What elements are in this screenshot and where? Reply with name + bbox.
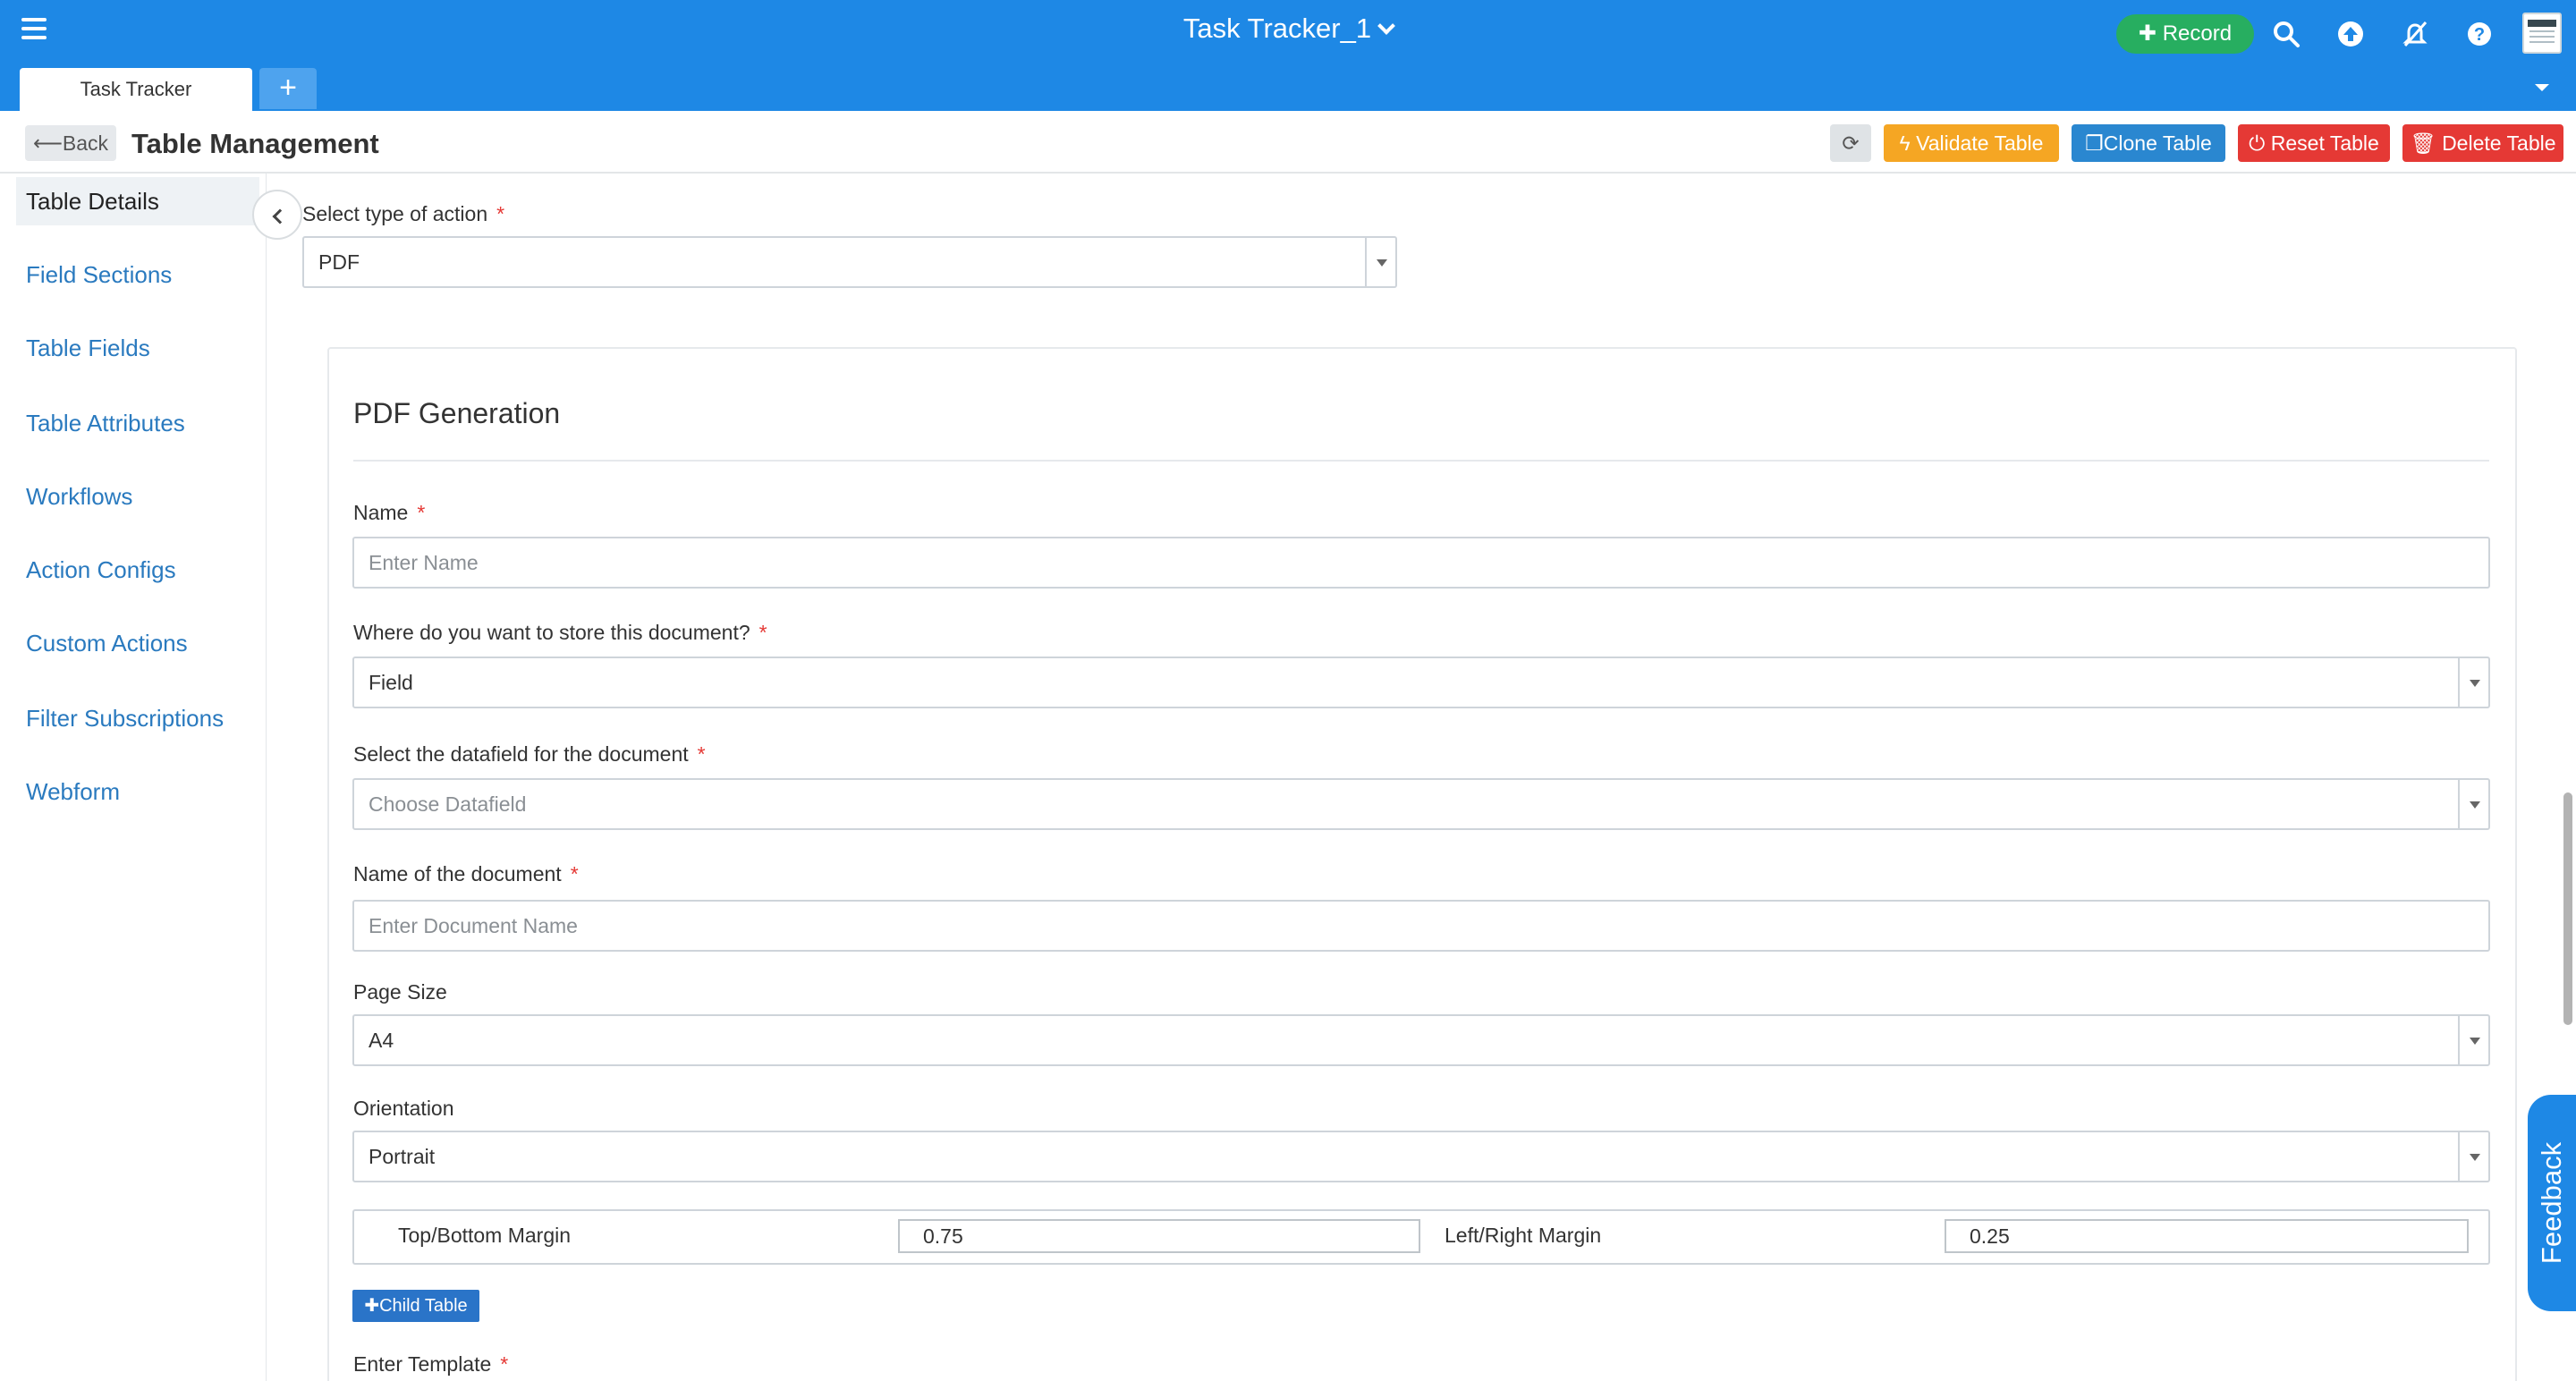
dropdown-arrow-icon [1365, 238, 1395, 286]
reset-table-label: Reset Table [2270, 131, 2379, 155]
left-right-margin-label: Left/Right Margin [1445, 1224, 1602, 1247]
dropdown-arrow-icon [2458, 1132, 2488, 1181]
clone-table-label: Clone Table [2103, 131, 2212, 155]
clone-table-button[interactable]: ❐Clone Table [2072, 124, 2225, 162]
store-location-select[interactable]: Field [352, 657, 2490, 708]
store-location-label: Where do you want to store this document… [353, 621, 767, 644]
datafield-label: Select the datafield for the document * [353, 742, 706, 766]
store-location-value: Field [369, 671, 413, 694]
sidebar-item-table-attributes[interactable]: Table Attributes [16, 399, 259, 447]
record-button-label: Record [2162, 21, 2233, 46]
upload-icon[interactable] [2334, 18, 2367, 50]
dropdown-arrow-icon [2458, 1016, 2488, 1064]
sidebar-item-action-configs[interactable]: Action Configs [16, 546, 259, 594]
sidebar-item-custom-actions[interactable]: Custom Actions [16, 619, 259, 667]
left-right-margin-input[interactable]: 0.25 [1945, 1219, 2469, 1253]
sidebar-item-workflows[interactable]: Workflows [16, 472, 259, 521]
app-title: Task Tracker_1 [1182, 13, 1372, 44]
validate-table-button[interactable]: ϟ Validate Table [1884, 124, 2059, 162]
back-button-label: Back [62, 131, 109, 155]
document-name-input[interactable]: Enter Document Name [352, 900, 2490, 952]
feedback-button[interactable]: Feedback [2528, 1095, 2576, 1311]
orientation-select[interactable]: Portrait [352, 1131, 2490, 1182]
delete-table-button[interactable]: 🗑 Delete Table [2402, 124, 2563, 162]
dropdown-arrow-icon [2458, 658, 2488, 707]
page-title: Table Management [131, 128, 379, 159]
orientation-label: Orientation [353, 1097, 454, 1120]
page-size-value: A4 [369, 1029, 394, 1052]
search-icon[interactable] [2270, 18, 2302, 50]
pdf-generation-title: PDF Generation [353, 397, 561, 429]
card-divider [353, 460, 2489, 462]
template-label: Enter Template * [353, 1352, 509, 1376]
tab-menu-caret-icon[interactable] [2535, 84, 2549, 91]
power-icon: ⏻ [2249, 131, 2266, 155]
refresh-button[interactable]: ⟳ [1830, 124, 1871, 162]
top-bar: Task Tracker_1 ✚ Record ? Task Tracker + [0, 0, 2576, 111]
plus-icon: ✚ [2138, 21, 2157, 46]
sidebar-item-table-fields[interactable]: Table Fields [16, 324, 259, 372]
name-label: Name * [353, 501, 426, 524]
action-type-value: PDF [318, 250, 360, 274]
dropdown-arrow-icon [2458, 780, 2488, 828]
action-type-select[interactable]: PDF [302, 236, 1397, 288]
reset-table-button[interactable]: ⏻ Reset Table [2238, 124, 2390, 162]
top-bottom-margin-input[interactable]: 0.75 [898, 1219, 1420, 1253]
trash-icon: 🗑 [2410, 131, 2436, 155]
arrow-left-icon: ⟵ [32, 131, 63, 155]
svg-text:?: ? [2474, 25, 2485, 45]
sidebar-item-table-details[interactable]: Table Details [16, 177, 259, 225]
notifications-off-icon[interactable] [2399, 18, 2431, 50]
tab-task-tracker[interactable]: Task Tracker [20, 68, 252, 111]
page-size-select[interactable]: A4 [352, 1014, 2490, 1066]
add-record-button[interactable]: ✚ Record [2116, 14, 2254, 54]
add-tab-button[interactable]: + [259, 68, 317, 109]
page-size-label: Page Size [353, 980, 447, 1004]
datafield-select[interactable]: Choose Datafield [352, 778, 2490, 830]
datafield-placeholder: Choose Datafield [369, 792, 527, 816]
calendar-icon[interactable] [2522, 13, 2562, 54]
page-scrollbar[interactable] [2563, 792, 2572, 1025]
back-button[interactable]: ⟵Back [25, 125, 116, 161]
name-input[interactable]: Enter Name [352, 537, 2490, 589]
top-bottom-margin-label: Top/Bottom Margin [398, 1224, 572, 1247]
sidebar-item-webform[interactable]: Webform [16, 767, 259, 816]
add-child-table-button[interactable]: ✚Child Table [352, 1290, 479, 1322]
bolt-icon: ϟ [1899, 131, 1911, 155]
refresh-icon: ⟳ [1842, 131, 1860, 155]
plus-icon: ✚ [364, 1296, 380, 1316]
orientation-value: Portrait [369, 1145, 436, 1168]
child-table-label: Child Table [379, 1296, 468, 1316]
header-divider [0, 172, 2576, 174]
delete-table-label: Delete Table [2442, 131, 2556, 155]
copy-icon: ❐ [2085, 131, 2104, 155]
feedback-label: Feedback [2536, 1141, 2567, 1265]
document-name-label: Name of the document * [353, 862, 579, 885]
action-type-label: Select type of action * [302, 202, 505, 225]
sidebar-item-filter-subscriptions[interactable]: Filter Subscriptions [16, 694, 259, 742]
help-icon[interactable]: ? [2463, 18, 2496, 50]
validate-table-label: Validate Table [1916, 131, 2044, 155]
collapse-sidebar-button[interactable] [252, 190, 302, 240]
sidebar-item-field-sections[interactable]: Field Sections [16, 250, 259, 299]
chevron-down-icon [1377, 17, 1395, 35]
